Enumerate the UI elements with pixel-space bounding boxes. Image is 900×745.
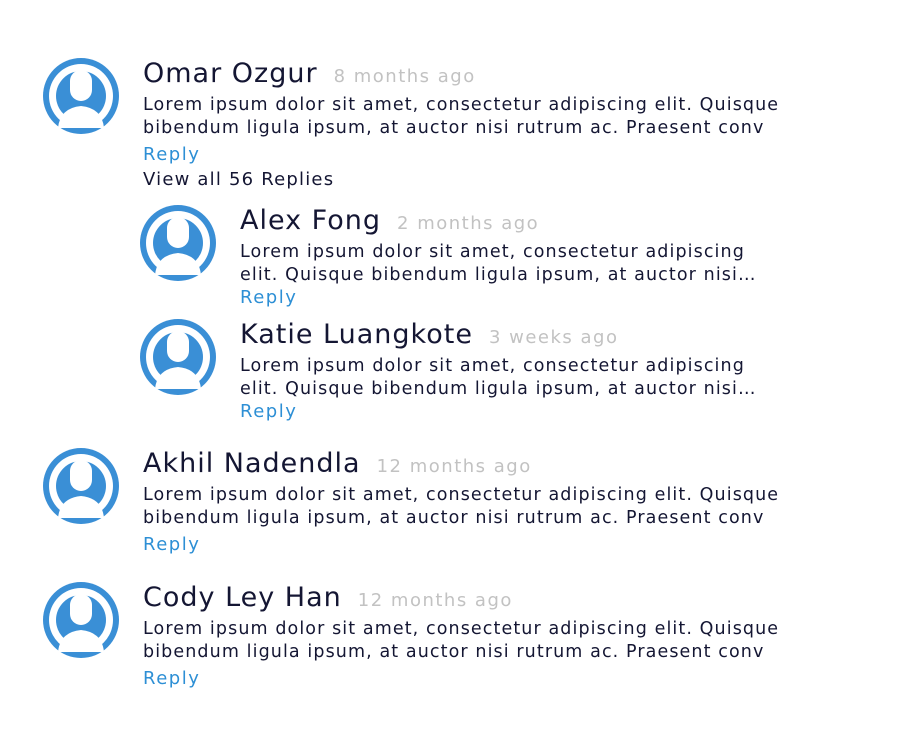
comment-text: Lorem ipsum dolor sit amet, consectetur …: [240, 242, 745, 285]
reply-button[interactable]: Reply: [240, 287, 297, 308]
avatar[interactable]: [140, 205, 216, 281]
user-avatar-icon: [43, 448, 119, 524]
user-avatar-icon: [43, 582, 119, 658]
avatar[interactable]: [43, 448, 119, 524]
comment-body: Akhil Nadendla 12 months ago Lorem ipsum…: [143, 448, 848, 555]
avatar[interactable]: [43, 58, 119, 134]
user-avatar-icon: [140, 319, 216, 395]
comment-header: Alex Fong 2 months ago: [240, 205, 775, 241]
reply-button[interactable]: Reply: [240, 401, 297, 422]
author-name[interactable]: Cody Ley Han: [143, 582, 342, 613]
timestamp: 12 months ago: [376, 456, 532, 477]
user-avatar-icon: [43, 58, 119, 134]
reply-button[interactable]: Reply: [143, 534, 200, 555]
timestamp: 8 months ago: [333, 66, 476, 87]
timestamp: 2 months ago: [397, 213, 540, 234]
author-name[interactable]: Akhil Nadendla: [143, 448, 361, 479]
comment-text: Lorem ipsum dolor sit amet, consectetur …: [143, 619, 780, 662]
comment-text: Lorem ipsum dolor sit amet, consectetur …: [143, 95, 780, 138]
comment-body: Cody Ley Han 12 months ago Lorem ipsum d…: [143, 582, 848, 689]
comment-header: Omar Ozgur 8 months ago: [143, 58, 848, 94]
comment-header: Katie Luangkote 3 weeks ago: [240, 319, 775, 355]
comment-header: Cody Ley Han 12 months ago: [143, 582, 848, 618]
comment-body: Katie Luangkote 3 weeks ago Lorem ipsum …: [240, 319, 775, 422]
author-name[interactable]: Katie Luangkote: [240, 319, 473, 350]
avatar[interactable]: [43, 582, 119, 658]
user-avatar-icon: [140, 205, 216, 281]
view-all-replies-link[interactable]: View all 56 Replies: [143, 169, 334, 190]
reply-button[interactable]: Reply: [143, 668, 200, 689]
reply-button[interactable]: Reply: [143, 144, 200, 165]
avatar[interactable]: [140, 319, 216, 395]
comment-body: Alex Fong 2 months ago Lorem ipsum dolor…: [240, 205, 775, 308]
comment-body: Omar Ozgur 8 months ago Lorem ipsum dolo…: [143, 58, 848, 190]
timestamp: 3 weeks ago: [488, 327, 619, 348]
comment-text: Lorem ipsum dolor sit amet, consectetur …: [240, 356, 745, 399]
timestamp: 12 months ago: [357, 590, 513, 611]
comment-text: Lorem ipsum dolor sit amet, consectetur …: [143, 485, 780, 528]
author-name[interactable]: Alex Fong: [240, 205, 381, 236]
comment-header: Akhil Nadendla 12 months ago: [143, 448, 848, 484]
author-name[interactable]: Omar Ozgur: [143, 58, 318, 89]
